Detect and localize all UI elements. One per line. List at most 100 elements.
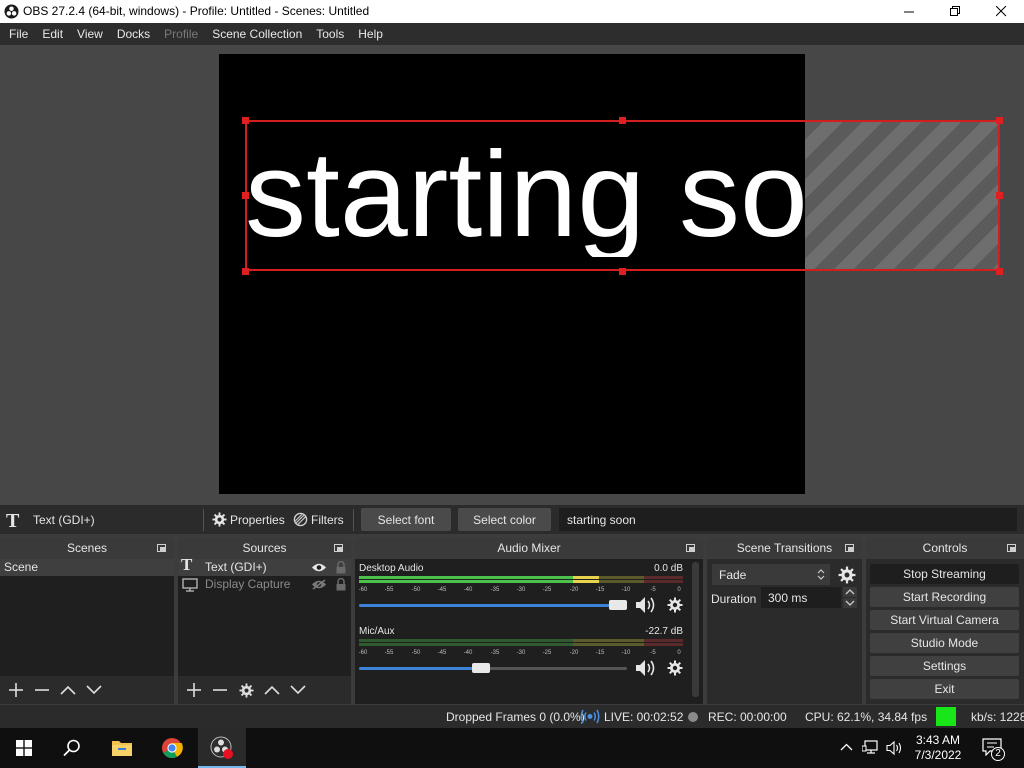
toolbar-divider (203, 509, 204, 531)
meter-tick-label: -10 (621, 587, 631, 593)
menu-tools[interactable]: Tools (309, 23, 351, 45)
dock-float-icon[interactable] (845, 544, 854, 552)
close-button[interactable] (978, 0, 1024, 23)
move-scene-up-button[interactable] (58, 680, 78, 700)
restore-icon (949, 6, 960, 16)
menu-scene-collection[interactable]: Scene Collection (205, 23, 309, 45)
dropped-frames: Dropped Frames 0 (0.0%) (446, 710, 585, 724)
selection-box[interactable] (245, 120, 1000, 271)
move-source-down-button[interactable] (288, 680, 308, 700)
source-item[interactable]: T Text (GDI+) (178, 556, 351, 576)
search-button[interactable] (48, 728, 96, 768)
add-scene-button[interactable] (6, 680, 26, 700)
dock-float-icon[interactable] (1007, 544, 1016, 552)
resize-handle-bottom-left[interactable] (242, 268, 249, 275)
meter-tick-label: -15 (595, 587, 605, 593)
network-icon[interactable] (862, 740, 880, 756)
select-color-button[interactable]: Select color (458, 508, 551, 531)
notification-center-button[interactable]: 2 (982, 738, 1006, 761)
resize-handle-left[interactable] (242, 192, 249, 199)
text-source-input[interactable]: starting soon (559, 508, 1017, 531)
source-item-label: Display Capture (205, 577, 291, 591)
duration-spinner-icon[interactable] (843, 587, 857, 609)
menu-edit[interactable]: Edit (35, 23, 70, 45)
transition-gear-icon[interactable] (838, 566, 856, 584)
speaker-icon[interactable] (635, 596, 659, 614)
toolbar-divider (353, 509, 354, 531)
obs-taskbar-button[interactable] (198, 728, 246, 768)
meter-tick-label: -20 (569, 587, 579, 593)
windows-logo-icon (16, 740, 32, 756)
sources-dock: Sources T Text (GDI+) Display Capture (178, 538, 351, 704)
start-button[interactable] (0, 728, 48, 768)
scenes-footer (0, 676, 174, 704)
select-font-button[interactable]: Select font (361, 508, 451, 531)
exit-button[interactable]: Exit (870, 679, 1019, 699)
duration-input[interactable]: 300 ms (761, 587, 841, 608)
resize-handle-bottom[interactable] (619, 268, 626, 275)
volume-slider-fill (359, 667, 481, 670)
menu-profile[interactable]: Profile (157, 23, 205, 45)
remove-scene-button[interactable] (32, 680, 52, 700)
speaker-icon[interactable] (635, 659, 659, 677)
clock-time: 3:43 AM (915, 733, 961, 747)
menu-docks[interactable]: Docks (110, 23, 157, 45)
menu-view[interactable]: View (70, 23, 110, 45)
settings-button[interactable]: Settings (870, 656, 1019, 676)
resize-handle-top-right[interactable] (996, 117, 1003, 124)
live-time: LIVE: 00:02:52 (604, 710, 684, 724)
source-item[interactable]: Display Capture (178, 576, 351, 593)
audio-mixer-dock: Audio Mixer Desktop Audio 0.0 dB -60 -55 -… (355, 538, 703, 704)
move-source-up-button[interactable] (262, 680, 282, 700)
status-bar: Dropped Frames 0 (0.0%) LIVE: 00:02:52 R… (0, 705, 1024, 728)
menu-file[interactable]: File (2, 23, 35, 45)
minimize-button[interactable] (886, 0, 932, 23)
add-source-button[interactable] (184, 680, 204, 700)
gear-icon[interactable] (667, 660, 683, 676)
taskbar-clock[interactable]: 3:43 AM 7/3/2022 (905, 733, 971, 763)
resize-handle-top-left[interactable] (242, 117, 249, 124)
volume-slider-knob[interactable] (472, 663, 490, 673)
chrome-button[interactable] (148, 728, 196, 768)
transition-select[interactable]: Fade (712, 564, 830, 585)
gear-icon[interactable] (667, 597, 683, 613)
studio-mode-button[interactable]: Studio Mode (870, 633, 1019, 653)
source-properties-button[interactable] (236, 680, 256, 700)
live-broadcast-icon (580, 709, 600, 724)
minimize-icon (903, 11, 914, 13)
eye-hidden-icon[interactable] (311, 579, 327, 590)
maximize-button[interactable] (932, 0, 978, 23)
dock-float-icon[interactable] (686, 544, 695, 552)
eye-icon[interactable] (311, 562, 327, 573)
channel-db: -22.7 dB (645, 626, 683, 637)
dock-float-icon[interactable] (157, 544, 166, 552)
scene-item[interactable]: Scene (0, 559, 174, 576)
bitrate: kb/s: 1228 (971, 710, 1024, 724)
volume-icon[interactable] (886, 740, 904, 756)
meter-tick-label: -20 (569, 650, 579, 656)
stop-streaming-button[interactable]: Stop Streaming (870, 564, 1019, 584)
lock-icon[interactable] (335, 578, 347, 591)
chevron-up-icon (60, 685, 76, 695)
volume-slider[interactable] (359, 600, 627, 610)
file-explorer-button[interactable] (98, 728, 146, 768)
scenes-dock: Scenes Scene (0, 538, 174, 704)
start-recording-button[interactable]: Start Recording (870, 587, 1019, 607)
start-virtual-camera-button[interactable]: Start Virtual Camera (870, 610, 1019, 630)
move-scene-down-button[interactable] (84, 680, 104, 700)
lock-icon[interactable] (335, 561, 347, 574)
properties-button[interactable]: Properties (212, 512, 285, 527)
volume-slider[interactable] (359, 663, 627, 673)
show-hidden-icons-chevron-icon[interactable] (840, 743, 853, 751)
volume-slider-knob[interactable] (609, 600, 627, 610)
remove-source-button[interactable] (210, 680, 230, 700)
dock-float-icon[interactable] (334, 544, 343, 552)
filters-button[interactable]: Filters (293, 512, 344, 527)
mixer-scrollbar[interactable] (692, 562, 699, 697)
resize-handle-right[interactable] (996, 192, 1003, 199)
resize-handle-top[interactable] (619, 117, 626, 124)
resize-handle-bottom-right[interactable] (996, 268, 1003, 275)
preview-area[interactable] (0, 45, 1024, 505)
menu-help[interactable]: Help (351, 23, 390, 45)
scenes-dock-header: Scenes (0, 538, 174, 559)
